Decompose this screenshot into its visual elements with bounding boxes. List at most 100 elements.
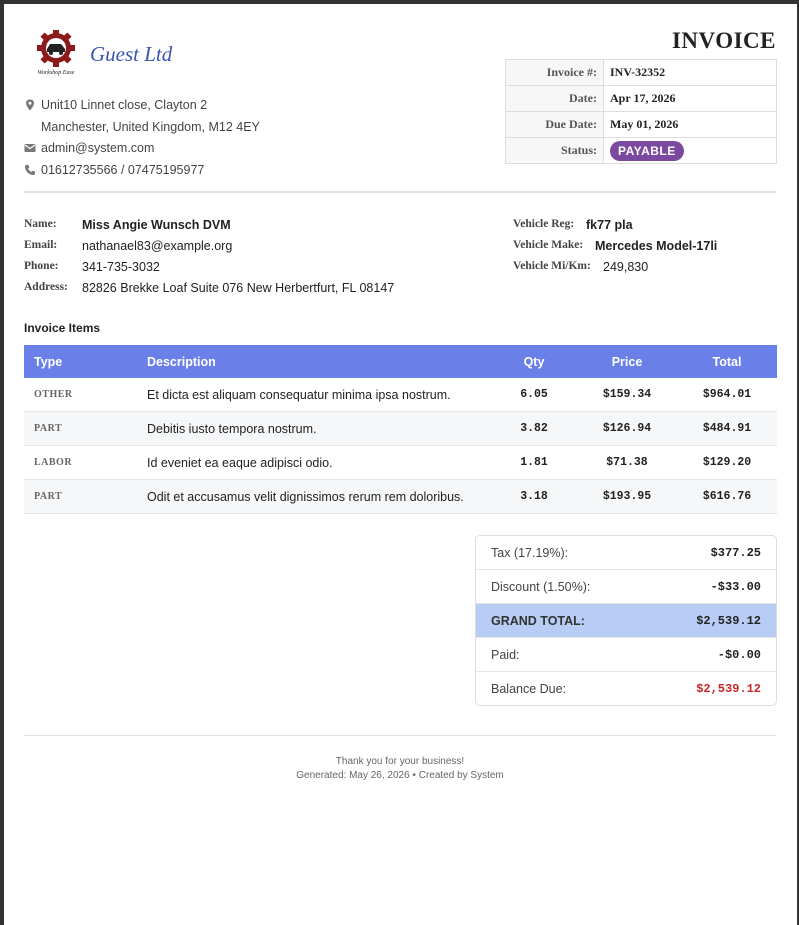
invoice-date: Apr 17, 2026	[603, 85, 777, 112]
item-type: LABOR	[24, 445, 137, 480]
customer-phone-label: Phone:	[24, 260, 59, 272]
col-type: Type	[24, 345, 137, 378]
meta-key: Status:	[505, 137, 604, 164]
vehicle-reg: fk77 pla	[586, 218, 633, 232]
address-line-2: Manchester, United Kingdom, M12 4EY	[24, 120, 260, 134]
item-description: Id eveniet ea eaque adipisci odio.	[137, 445, 491, 480]
table-row: PART Debitis iusto tempora nostrum. 3.82…	[24, 411, 777, 446]
item-description: Debitis iusto tempora nostrum.	[137, 411, 491, 446]
item-description: Odit et accusamus velit dignissimos reru…	[137, 479, 491, 514]
grand-total-amount: $2,539.12	[696, 613, 761, 628]
discount-label: Discount (1.50%):	[491, 579, 591, 594]
footer-divider	[24, 735, 776, 736]
paid-label: Paid:	[491, 647, 520, 662]
customer-address-label: Address:	[24, 281, 68, 293]
item-total: $129.20	[677, 445, 777, 480]
item-price: $193.95	[577, 479, 677, 514]
vehicle-make: Mercedes Model-17li	[595, 239, 718, 253]
item-total: $616.76	[677, 479, 777, 514]
address-line-1-text: Unit10 Linnet close, Clayton 2	[41, 98, 208, 112]
invoice-title: INVOICE	[671, 28, 776, 53]
discount-amount: -$33.00	[710, 579, 761, 594]
meta-row-status: Status: PAYABLE	[505, 137, 777, 164]
invoice-items-title: Invoice Items	[24, 321, 101, 335]
company-email-text: admin@system.com	[41, 141, 155, 155]
company-logo: Workshop Ease	[37, 30, 75, 76]
table-row: LABOR Id eveniet ea eaque adipisci odio.…	[24, 445, 777, 480]
address-line-1: Unit10 Linnet close, Clayton 2	[24, 98, 207, 112]
item-description: Et dicta est aliquam consequatur minima …	[137, 378, 491, 412]
table-row: OTHER Et dicta est aliquam consequatur m…	[24, 378, 777, 412]
table-row: PART Odit et accusamus velit dignissimos…	[24, 479, 777, 514]
tax-label: Tax (17.19%):	[491, 545, 569, 560]
due-date: May 01, 2026	[603, 111, 777, 138]
company-name: Guest Ltd	[90, 42, 173, 66]
customer-address: 82826 Brekke Loaf Suite 076 New Herbertf…	[82, 281, 395, 295]
customer-phone: 341-735-3032	[82, 260, 160, 274]
tax-row: Tax (17.19%): $377.25	[476, 536, 776, 570]
vehicle-reg-row: Vehicle Reg: fk77 pla	[513, 218, 633, 232]
meta-row-date: Date: Apr 17, 2026	[505, 85, 777, 112]
vehicle-reg-label: Vehicle Reg:	[513, 218, 575, 230]
item-type: PART	[24, 479, 137, 514]
item-total: $964.01	[677, 378, 777, 412]
customer-name: Miss Angie Wunsch DVM	[82, 218, 231, 232]
paid-row: Paid: -$0.00	[476, 638, 776, 672]
svg-text:Workshop Ease: Workshop Ease	[38, 70, 75, 76]
col-price: Price	[577, 345, 677, 378]
paid-amount: -$0.00	[717, 647, 761, 662]
customer-email: nathanael83@example.org	[82, 239, 233, 253]
customer-address-row: Address: 82826 Brekke Loaf Suite 076 New …	[24, 281, 494, 295]
item-qty: 3.18	[491, 479, 577, 514]
company-phone-text: 01612735566 / 07475195977	[41, 163, 205, 177]
item-price: $71.38	[577, 445, 677, 480]
footer-thanks: Thank you for your business!	[335, 756, 465, 767]
customer-name-row: Name: Miss Angie Wunsch DVM	[24, 218, 231, 232]
tax-amount: $377.25	[710, 545, 761, 560]
meta-key: Date:	[505, 85, 604, 112]
balance-row: Balance Due: $2,539.12	[476, 672, 776, 705]
company-email: admin@system.com	[24, 141, 154, 155]
items-header-row: Type Description Qty Price Total	[24, 345, 777, 378]
col-qty: Qty	[491, 345, 577, 378]
discount-row: Discount (1.50%): -$33.00	[476, 570, 776, 604]
company-phone: 01612735566 / 07475195977	[24, 163, 204, 177]
vehicle-make-label: Vehicle Make:	[513, 239, 584, 251]
mail-icon	[24, 144, 36, 152]
meta-row-due: Due Date: May 01, 2026	[505, 111, 777, 138]
customer-email-row: Email: nathanael83@example.org	[24, 239, 232, 253]
vehicle-make-row: Vehicle Make: Mercedes Model-17li	[513, 239, 717, 253]
item-price: $159.34	[577, 378, 677, 412]
phone-icon	[25, 165, 35, 175]
customer-name-label: Name:	[24, 218, 57, 230]
customer-email-label: Email:	[24, 239, 58, 251]
invoice-meta-table: Invoice #: INV-32352 Date: Apr 17, 2026 Du…	[505, 59, 777, 164]
item-qty: 6.05	[491, 378, 577, 412]
item-type: OTHER	[24, 378, 137, 412]
address-line-2-text: Manchester, United Kingdom, M12 4EY	[41, 120, 260, 134]
item-price: $126.94	[577, 411, 677, 446]
item-qty: 3.82	[491, 411, 577, 446]
item-qty: 1.81	[491, 445, 577, 480]
location-pin-icon	[26, 99, 34, 111]
invoice-items-table: Type Description Qty Price Total OTHER E…	[24, 345, 777, 514]
balance-label: Balance Due:	[491, 681, 567, 696]
meta-row-number: Invoice #: INV-32352	[505, 59, 777, 86]
status-badge: PAYABLE	[610, 140, 684, 161]
col-total: Total	[677, 345, 777, 378]
header-divider	[24, 191, 776, 193]
balance-amount: $2,539.12	[696, 681, 761, 696]
customer-phone-row: Phone: 341-735-3032	[24, 260, 160, 274]
vehicle-mileage-row: Vehicle Mi/Km: 249,830	[513, 260, 648, 274]
vehicle-mileage-label: Vehicle Mi/Km:	[513, 260, 591, 272]
invoice-number: INV-32352	[603, 59, 777, 86]
meta-key: Due Date:	[505, 111, 604, 138]
grand-total-row: GRAND TOTAL: $2,539.12	[476, 604, 776, 638]
footer-generated: Generated: May 26, 2026 • Created by Sys…	[296, 770, 504, 781]
grand-total-label: GRAND TOTAL:	[491, 613, 585, 628]
meta-key: Invoice #:	[505, 59, 604, 86]
item-type: PART	[24, 411, 137, 446]
vehicle-mileage: 249,830	[603, 260, 649, 274]
totals-summary: Tax (17.19%): $377.25 Discount (1.50%): -$…	[475, 535, 777, 706]
item-total: $484.91	[677, 411, 777, 446]
